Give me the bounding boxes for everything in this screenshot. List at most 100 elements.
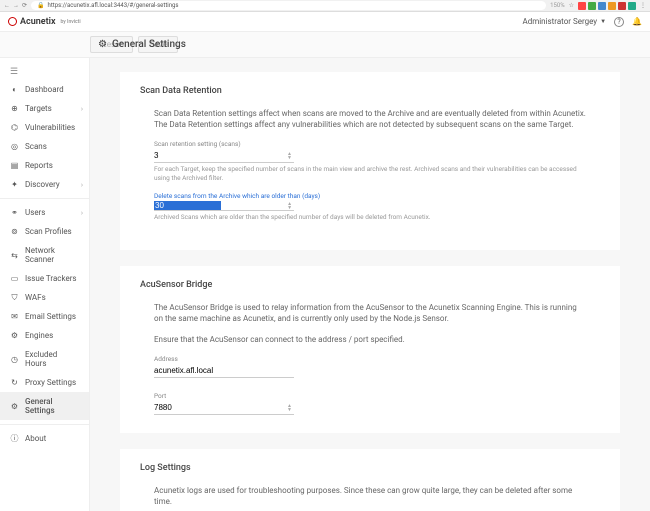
sidebar-item-label: Scan Profiles <box>25 227 72 236</box>
sidebar-item-label: About <box>25 434 46 443</box>
sidebar-item-email-settings[interactable]: ✉ Email Settings <box>0 307 89 326</box>
content-area: Scan Data Retention Scan Data Retention … <box>90 58 650 511</box>
bridge-addr-input[interactable] <box>154 364 294 378</box>
forward-icon[interactable]: → <box>13 2 19 9</box>
sidebar-item-proxy-settings[interactable]: ↻Proxy Settings <box>0 373 89 392</box>
page-title: General Settings <box>112 39 186 50</box>
sidebar-item-wafs[interactable]: ⛉ WAFs <box>0 288 89 307</box>
card-title: Scan Data Retention <box>140 86 600 96</box>
sidebar-item-vulnerabilities[interactable]: ⌬Vulnerabilities <box>0 118 89 137</box>
sidebar-item-scan-profiles[interactable]: ⊚ Scan Profiles <box>0 222 89 241</box>
sidebar-item-issue-trackers[interactable]: ▭ Issue Trackers <box>0 269 89 288</box>
card-acusensor-bridge: AcuSensor Bridge The AcuSensor Bridge is… <box>120 266 620 434</box>
star-icon[interactable]: ☆ <box>569 2 574 9</box>
sidebar-item-users[interactable]: ⚭ Users › <box>0 203 89 222</box>
target2-icon: ⊚ <box>10 227 19 236</box>
sidebar-toggle[interactable]: ☰ <box>0 64 89 80</box>
menu-icon[interactable]: ⋮ <box>640 2 646 9</box>
compass-icon: ✦ <box>10 180 19 189</box>
zoom-level: 150% <box>550 2 565 9</box>
user-menu[interactable]: Administrator Sergey ▼ <box>522 17 606 26</box>
bug-icon: ⌬ <box>10 123 19 132</box>
sidebar-item-dashboard[interactable]: ◐ Dashboard <box>0 80 89 99</box>
card-title: Log Settings <box>140 463 600 473</box>
topbar: Acunetix by Invicti Administrator Sergey… <box>0 12 650 32</box>
sidebar-item-label: Scans <box>25 142 47 151</box>
sidebar-item-label: Issue Trackers <box>25 274 77 283</box>
retention-days-input[interactable] <box>154 201 221 210</box>
shield-icon: ⛉ <box>10 293 19 302</box>
reload-icon[interactable]: ⟳ <box>22 2 27 9</box>
sidebar-item-label: WAFs <box>25 293 46 302</box>
sidebar-item-label: Engines <box>25 331 53 340</box>
logo[interactable]: Acunetix by Invicti <box>8 17 81 27</box>
chevron-right-icon: › <box>81 209 83 217</box>
info-icon: ⓘ <box>10 434 19 443</box>
sidebar-item-label: Email Settings <box>25 312 76 321</box>
retention-days-label: Delete scans from the Archive which are … <box>154 192 586 200</box>
chevron-right-icon: › <box>81 181 83 189</box>
retention-scans-input[interactable] <box>154 149 285 162</box>
logs-desc1: Acunetix logs are used for troubleshooti… <box>154 485 586 507</box>
sidebar-item-label: General Settings <box>25 397 79 415</box>
clock-icon: ◷ <box>10 355 19 364</box>
bridge-port-input[interactable] <box>154 401 285 414</box>
sidebar: ☰ ◐ Dashboard ⊕ Targets › ⌬Vulnerabilities ◎ Sc… <box>0 58 90 511</box>
bell-icon[interactable]: 🔔 <box>632 17 642 26</box>
lock-icon: 🔒 <box>37 2 44 9</box>
sidebar-item-label: Proxy Settings <box>25 378 76 387</box>
card-title: AcuSensor Bridge <box>140 280 600 290</box>
users-icon: ⚭ <box>10 208 19 217</box>
bridge-addr-label: Address <box>154 355 586 363</box>
user-name: Administrator Sergey <box>522 17 597 26</box>
help-icon[interactable]: ? <box>614 17 624 27</box>
sidebar-item-reports[interactable]: ▤ Reports <box>0 156 89 175</box>
sidebar-item-label: Reports <box>25 161 53 170</box>
sidebar-item-label: Network Scanner <box>25 246 79 264</box>
stepper-icon[interactable]: ▲▼ <box>285 202 294 210</box>
bridge-port-label: Port <box>154 392 586 400</box>
sidebar-item-scans[interactable]: ◎ Scans <box>0 137 89 156</box>
sidebar-item-label: Excluded Hours <box>25 350 79 368</box>
brand-sub: by Invicti <box>61 19 81 25</box>
chevron-right-icon: › <box>81 105 83 113</box>
gear-icon: ⚙ <box>10 402 19 411</box>
sidebar-item-targets[interactable]: ⊕ Targets › <box>0 99 89 118</box>
sidebar-item-label: Targets <box>25 104 52 113</box>
logo-mark-icon <box>8 17 17 26</box>
url-bar[interactable]: 🔒 https://acunetix.afl.local:3443/#/gene… <box>31 1 546 10</box>
browser-chrome: ← → ⟳ 🔒 https://acunetix.afl.local:3443/… <box>0 0 650 12</box>
sidebar-item-label: Discovery <box>25 180 60 189</box>
page-header: ⚙ General Settings Reset Save <box>0 32 650 58</box>
target-icon: ⊕ <box>10 104 19 113</box>
sidebar-item-label: Dashboard <box>25 85 64 94</box>
engine-icon: ⚙ <box>10 331 19 340</box>
ticket-icon: ▭ <box>10 274 19 283</box>
sidebar-item-discovery[interactable]: ✦ Discovery › <box>0 175 89 194</box>
sidebar-item-label: Users <box>25 208 45 217</box>
sidebar-item-excluded-hours[interactable]: ◷ Excluded Hours <box>0 345 89 373</box>
retention-scans-label: Scan retention setting (scans) <box>154 140 586 148</box>
mail-icon: ✉ <box>10 312 19 321</box>
gauge-icon: ◐ <box>10 85 19 94</box>
brand-name: Acunetix <box>20 17 56 27</box>
url-text: https://acunetix.afl.local:3443/#/genera… <box>48 2 179 9</box>
bridge-desc2: Ensure that the AcuSensor can connect to… <box>154 334 586 345</box>
sidebar-item-engines[interactable]: ⚙ Engines <box>0 326 89 345</box>
chevron-down-icon: ▼ <box>600 18 606 25</box>
network-icon: ⇆ <box>10 251 19 260</box>
stepper-icon[interactable]: ▲▼ <box>285 404 294 412</box>
sidebar-item-general-settings[interactable]: ⚙ General Settings <box>0 392 89 420</box>
gear-icon: ⚙ <box>98 39 107 50</box>
radar-icon: ◎ <box>10 142 19 151</box>
sidebar-item-network-scanner[interactable]: ⇆ Network Scanner <box>0 241 89 269</box>
extensions <box>578 2 636 10</box>
doc-icon: ▤ <box>10 161 19 170</box>
stepper-icon[interactable]: ▲▼ <box>285 152 294 160</box>
card-scan-retention: Scan Data Retention Scan Data Retention … <box>120 72 620 250</box>
retention-desc: Scan Data Retention settings affect when… <box>154 108 586 130</box>
back-icon[interactable]: ← <box>4 2 10 9</box>
retention-days-help: Archived Scans which are older than the … <box>154 213 586 221</box>
sidebar-item-about[interactable]: ⓘ About <box>0 429 89 448</box>
retention-scans-help: For each Target, keep the specified numb… <box>154 165 586 182</box>
